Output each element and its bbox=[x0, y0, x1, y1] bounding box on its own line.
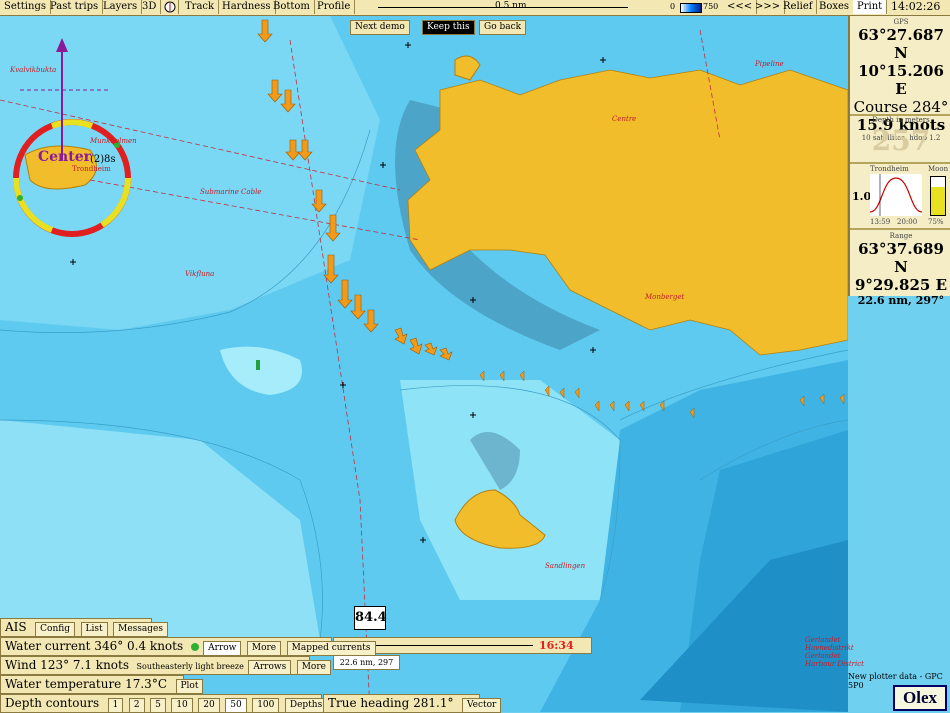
wind-row: Wind 123° 7.1 knots Southeasterly light … bbox=[0, 656, 331, 675]
menu-hardness[interactable]: Hardness bbox=[218, 0, 276, 14]
track-value-box: 84.4 bbox=[354, 606, 387, 630]
gps-source-label: GPS bbox=[893, 18, 909, 26]
menu-track[interactable]: Track bbox=[181, 0, 220, 14]
menu-relief[interactable]: Relief bbox=[779, 0, 818, 14]
current-status-icon bbox=[190, 643, 199, 651]
water-current-row: Water current 346° 0.4 knots Arrow More … bbox=[0, 637, 376, 656]
depth-color-scale[interactable] bbox=[680, 3, 702, 13]
moon-gauge bbox=[930, 176, 946, 216]
wind-arrows-button[interactable]: Arrows bbox=[248, 660, 292, 675]
tide-label: Trondheim bbox=[870, 165, 909, 173]
nautical-chart[interactable] bbox=[0, 16, 848, 712]
label-mainland: Centre bbox=[612, 115, 637, 123]
ais-list-button[interactable]: List bbox=[80, 622, 108, 637]
true-heading-text: True heading 281.1° bbox=[328, 696, 454, 710]
range-box[interactable]: Range 63°37.689 N 9°29.825 E 22.6 nm, 29… bbox=[850, 230, 950, 307]
depths-button[interactable]: Depths bbox=[284, 698, 328, 713]
water-temp-row: Water temperature 17.3°C Plot bbox=[0, 675, 204, 694]
gps-box[interactable]: GPS 63°27.687 N 10°15.206 E Course 284° … bbox=[850, 16, 950, 142]
true-heading-row: True heading 281.1° Vector bbox=[323, 694, 502, 713]
depth-max-label: 750 bbox=[703, 2, 719, 11]
menu-3d[interactable]: 3D bbox=[138, 0, 162, 14]
label-munkholmen: Munkholmen bbox=[90, 137, 137, 145]
info-panel: GPS 63°27.687 N 10°15.206 E Course 284° … bbox=[848, 16, 950, 307]
range-label: Range bbox=[889, 232, 913, 240]
olex-logo[interactable]: Olex bbox=[893, 685, 947, 711]
ais-row: AIS Config List Messages bbox=[0, 618, 168, 637]
range-longitude: 9°29.825 E bbox=[855, 276, 947, 294]
menu-profile[interactable]: Profile bbox=[313, 0, 356, 14]
go-back-button[interactable]: Go back bbox=[479, 20, 527, 35]
menu-boxes[interactable]: Boxes bbox=[815, 0, 855, 14]
next-demo-button[interactable]: Next demo bbox=[350, 20, 410, 35]
menu-settings[interactable]: Settings bbox=[0, 0, 51, 14]
top-menu-bar: Settings Past trips Layers 3D Track Hard… bbox=[0, 0, 950, 16]
wind-text: Wind 123° 7.1 knots bbox=[5, 658, 130, 672]
compass-badge: (2) bbox=[90, 154, 105, 165]
keep-this-button[interactable]: Keep this bbox=[422, 20, 475, 35]
gps-longitude: 10°15.206 E bbox=[858, 62, 944, 98]
depth-min-label: 0 bbox=[670, 2, 676, 11]
water-temp-text: Water temperature 17.3°C bbox=[5, 677, 167, 691]
menu-bottom[interactable]: Bottom bbox=[269, 0, 315, 14]
track-distance: 22.6 nm, 297 bbox=[333, 655, 400, 670]
contour-2-button[interactable]: 2 bbox=[128, 698, 145, 713]
tide-curve bbox=[870, 174, 922, 216]
label-harbour-district: Gerlandet Havnedistrikt Gerlandet Harbou… bbox=[805, 636, 864, 668]
range-distance: 22.6 nm, 297° bbox=[857, 294, 945, 307]
label-mountain: Monberget bbox=[645, 293, 685, 301]
moon-percent: 75% bbox=[928, 218, 944, 226]
label-submarine-cable: Submarine Cable bbox=[200, 188, 262, 196]
gps-latitude: 63°27.687 N bbox=[858, 26, 944, 62]
moon-label: Moon bbox=[928, 165, 949, 173]
wind-description: Southeasterly light breeze bbox=[136, 662, 244, 671]
contour-5-button[interactable]: 5 bbox=[150, 698, 166, 713]
ais-label: AIS bbox=[5, 620, 27, 634]
tide-time-start: 13:59 bbox=[870, 218, 891, 226]
compass-place: Trondheim bbox=[72, 165, 111, 173]
green-buoy-icon bbox=[256, 360, 260, 370]
label-pipeline: Pipeline bbox=[755, 60, 784, 68]
heading-vector-button[interactable]: Vector bbox=[461, 698, 502, 713]
current-arrow-button[interactable]: Arrow bbox=[203, 641, 242, 656]
compass-eta: 8s bbox=[104, 154, 116, 165]
label-rocks: Vikfluna bbox=[185, 270, 215, 278]
track-time: 16:34 bbox=[539, 639, 574, 652]
scale-label: 0.5 nm bbox=[495, 1, 527, 11]
ais-messages-button[interactable]: Messages bbox=[113, 622, 168, 637]
ais-config-button[interactable]: Config bbox=[35, 622, 76, 637]
tide-time-end: 20:00 bbox=[897, 218, 918, 226]
label-south-island: Sandlingen bbox=[545, 562, 586, 570]
tide-box[interactable]: Trondheim 1.0 13:59 20:00 Moon 75% bbox=[850, 164, 950, 230]
current-more-button[interactable]: More bbox=[246, 641, 282, 656]
label-fjord-north: Kvalvikbukta bbox=[10, 66, 57, 74]
gps-course: Course 284° bbox=[853, 98, 949, 116]
menu-print[interactable]: Print bbox=[853, 0, 888, 14]
depth-box[interactable]: Depth in meters 257 bbox=[850, 116, 950, 164]
depth-contours-row: Depth contours 1 2 5 10 20 50 100 Depths bbox=[0, 694, 328, 713]
water-current-text: Water current 346° 0.4 knots bbox=[5, 639, 184, 653]
depth-label: Depth in meters bbox=[872, 116, 930, 124]
menu-past-trips[interactable]: Past trips bbox=[46, 0, 104, 14]
contour-20-button[interactable]: 20 bbox=[198, 698, 220, 713]
contour-50-button[interactable]: 50 bbox=[225, 698, 247, 713]
temp-plot-button[interactable]: Plot bbox=[175, 679, 204, 694]
menu-layers[interactable]: Layers bbox=[99, 0, 143, 14]
depth-value: 257 bbox=[871, 124, 931, 157]
compass-mode-icon[interactable] bbox=[160, 0, 179, 14]
depth-contours-label: Depth contours bbox=[5, 696, 100, 710]
wind-more-button[interactable]: More bbox=[296, 660, 331, 675]
contour-100-button[interactable]: 100 bbox=[252, 698, 280, 713]
compass-center-label[interactable]: Center bbox=[38, 149, 91, 165]
mapped-currents-button[interactable]: Mapped currents bbox=[286, 641, 376, 656]
tide-value: 1.0 bbox=[852, 190, 872, 203]
range-latitude: 63°37.689 N bbox=[858, 240, 944, 276]
contour-10-button[interactable]: 10 bbox=[171, 698, 193, 713]
contour-1-button[interactable]: 1 bbox=[107, 698, 124, 713]
clock: 14:02:26 bbox=[891, 0, 941, 13]
